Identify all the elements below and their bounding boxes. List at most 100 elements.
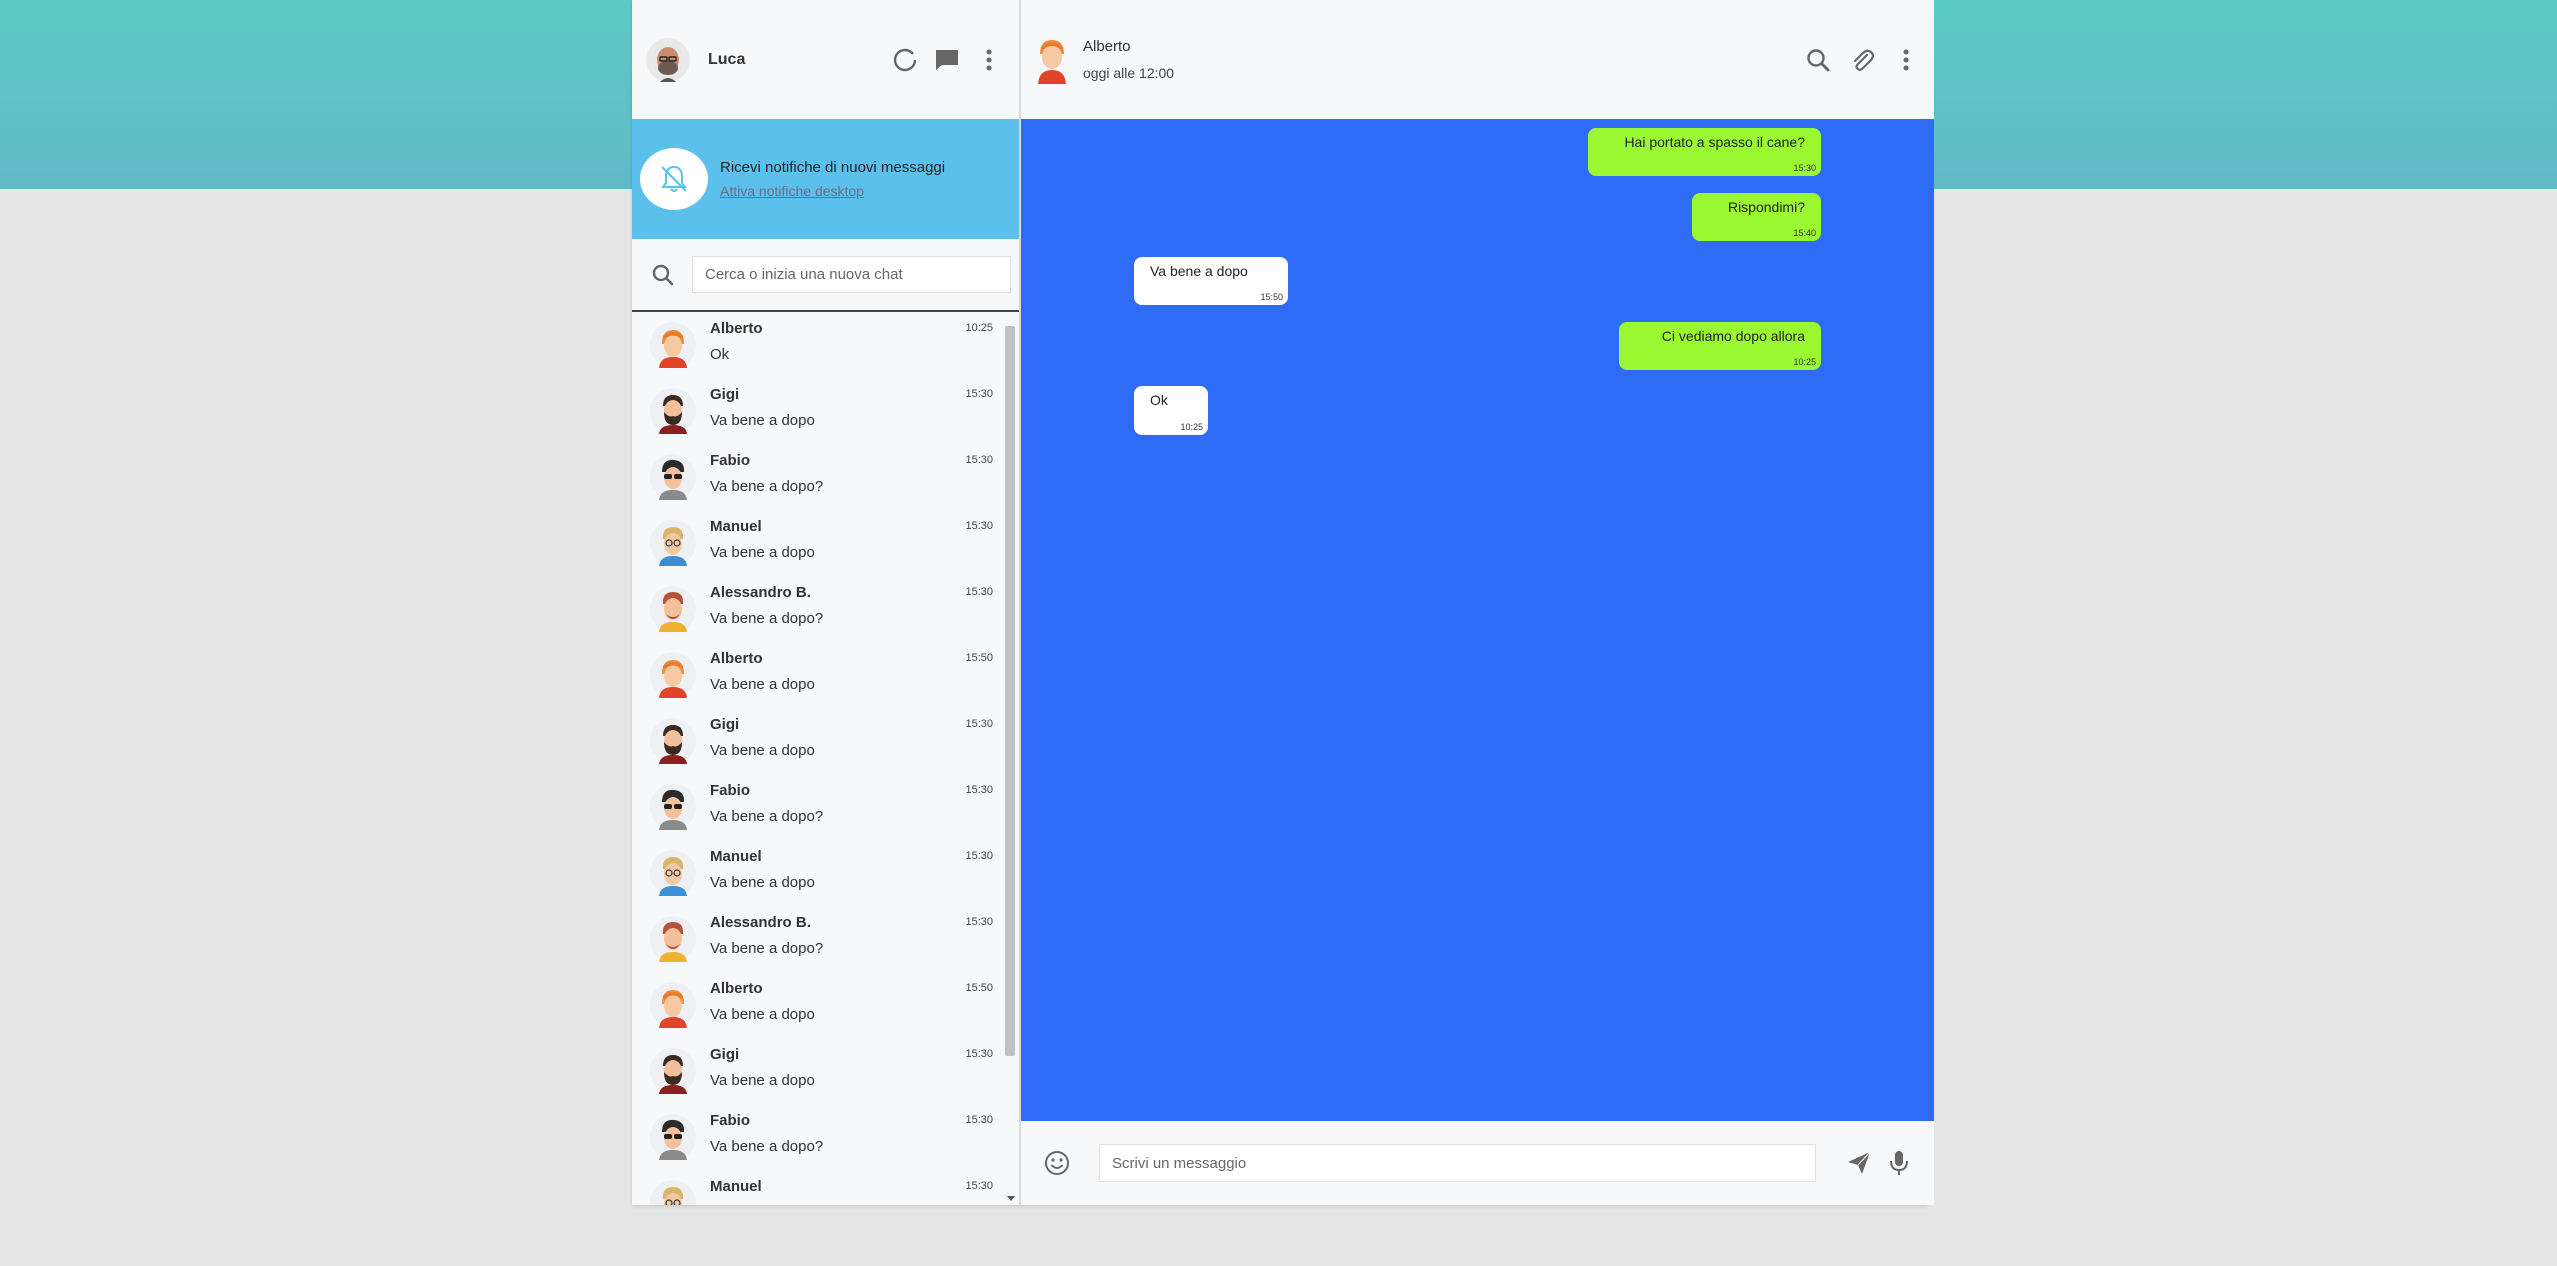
conversation-header: Alberto oggi alle 12:00 (1021, 0, 1934, 119)
notification-banner: Ricevi notifiche di nuovi messaggi Attiv… (632, 119, 1019, 239)
chat-name: Alessandro B. (710, 914, 811, 931)
avatar-fabio (650, 784, 696, 830)
chat-preview: Va bene a dopo? (710, 610, 824, 627)
sent-message[interactable]: Hai portato a spasso il cane? 15:30 (1588, 128, 1821, 176)
received-message[interactable]: Va bene a dopo 15:50 (1134, 257, 1288, 305)
chat-name: Manuel (710, 518, 762, 535)
message-time: 10:25 (1793, 357, 1816, 367)
chat-app: Luca Ricevi notifiche di nuovi messaggi … (632, 0, 1934, 1205)
last-seen-status: oggi alle 12:00 (1083, 65, 1175, 81)
chat-time: 15:30 (965, 454, 993, 466)
chat-name: Alberto (710, 650, 763, 667)
chat-list-item[interactable]: Alessandro B. 15:30 Va bene a dopo? (632, 906, 1019, 972)
chat-list-item[interactable]: Alberto 15:50 Va bene a dopo (632, 972, 1019, 1038)
chat-list-item[interactable]: Gigi 15:30 Va bene a dopo (632, 1038, 1019, 1104)
chat-time: 15:30 (965, 586, 993, 598)
paperclip-icon[interactable] (1848, 46, 1876, 74)
avatar-alberto (650, 982, 696, 1028)
chat-preview: Va bene a dopo (710, 412, 815, 429)
chat-time: 10:25 (965, 322, 993, 334)
avatar-fabio (650, 1114, 696, 1160)
chat-list-item[interactable]: Alessandro B. 15:30 Va bene a dopo? (632, 576, 1019, 642)
status-icon[interactable] (891, 46, 919, 74)
chat-list: Alberto 10:25 Ok Gigi 15:30 Va bene a do… (632, 312, 1019, 1205)
avatar-gigi (650, 1048, 696, 1094)
chat-preview: Va bene a dopo? (710, 478, 824, 495)
chat-time: 15:30 (965, 1048, 993, 1060)
chat-list-scrollbar[interactable] (1005, 326, 1015, 1056)
chat-time: 15:30 (965, 850, 993, 862)
chat-preview: Va bene a dopo (710, 1072, 815, 1089)
chat-name: Gigi (710, 386, 740, 403)
new-chat-icon[interactable] (933, 46, 961, 74)
chat-list-item[interactable]: Fabio 15:30 Va bene a dopo? (632, 444, 1019, 510)
chat-name: Fabio (710, 1112, 750, 1129)
header-actions (891, 46, 1003, 74)
emoji-icon[interactable] (1043, 1149, 1071, 1177)
enable-notifications-link[interactable]: Attiva notifiche desktop (720, 183, 945, 199)
chat-preview: Va bene a dopo (710, 544, 815, 561)
message-text: Va bene a dopo (1150, 263, 1248, 279)
sidebar: Luca Ricevi notifiche di nuovi messaggi … (632, 0, 1021, 1205)
menu-icon[interactable] (1892, 46, 1920, 74)
avatar-alessandro (650, 586, 696, 632)
menu-icon[interactable] (975, 46, 1003, 74)
microphone-icon[interactable] (1888, 1150, 1910, 1176)
chat-list-item[interactable]: Manuel 15:30 (632, 1170, 1019, 1205)
conversation-actions (1804, 46, 1920, 74)
chat-preview: Va bene a dopo? (710, 1138, 824, 1155)
chat-time: 15:30 (965, 916, 993, 928)
sidebar-header: Luca (632, 0, 1019, 119)
avatar-alessandro (650, 916, 696, 962)
contact-avatar[interactable] (1035, 36, 1069, 84)
chat-list-item[interactable]: Fabio 15:30 Va bene a dopo? (632, 774, 1019, 840)
message-time: 10:25 (1180, 422, 1203, 432)
avatar-fabio (650, 454, 696, 500)
message-text: Hai portato a spasso il cane? (1624, 134, 1805, 150)
avatar-manuel (650, 1180, 696, 1205)
message-text: Rispondimi? (1727, 199, 1805, 215)
chat-preview: Va bene a dopo (710, 742, 815, 759)
message-time: 15:40 (1793, 228, 1816, 238)
chat-name: Gigi (710, 1046, 740, 1063)
chat-time: 15:30 (965, 1114, 993, 1126)
chat-time: 15:50 (965, 982, 993, 994)
scroll-down-arrow[interactable] (1007, 1196, 1015, 1201)
chat-list-item[interactable]: Gigi 15:30 Va bene a dopo (632, 708, 1019, 774)
chat-list-item[interactable]: Manuel 15:30 Va bene a dopo (632, 510, 1019, 576)
search-icon[interactable] (1804, 46, 1832, 74)
chat-preview: Ok (710, 346, 730, 363)
chat-name: Fabio (710, 452, 750, 469)
user-avatar[interactable] (646, 37, 690, 82)
send-icon[interactable] (1846, 1150, 1872, 1176)
chat-time: 15:30 (965, 718, 993, 730)
avatar-manuel (650, 520, 696, 566)
chat-list-item[interactable]: Fabio 15:30 Va bene a dopo? (632, 1104, 1019, 1170)
search-bar (632, 239, 1019, 312)
message-time: 15:30 (1793, 163, 1816, 173)
chat-preview: Va bene a dopo (710, 676, 815, 693)
sent-message[interactable]: Ci vediamo dopo allora 10:25 (1619, 322, 1821, 370)
user-name: Luca (708, 50, 746, 68)
message-input[interactable] (1099, 1144, 1816, 1182)
search-input[interactable] (692, 256, 1011, 293)
received-message[interactable]: Ok 10:25 (1134, 386, 1208, 435)
contact-name: Alberto (1083, 38, 1131, 55)
chat-time: 15:30 (965, 1180, 993, 1192)
avatar-alberto (650, 652, 696, 698)
chat-name: Alberto (710, 320, 763, 337)
chat-list-item[interactable]: Alberto 10:25 Ok (632, 312, 1019, 378)
avatar-manuel (650, 850, 696, 896)
chat-name: Alberto (710, 980, 763, 997)
search-icon (652, 264, 674, 285)
message-area: Hai portato a spasso il cane? 15:30 Rispo… (1021, 119, 1934, 1121)
chat-name: Gigi (710, 716, 740, 733)
chat-time: 15:30 (965, 388, 993, 400)
chat-list-item[interactable]: Gigi 15:30 Va bene a dopo (632, 378, 1019, 444)
avatar-gigi (650, 718, 696, 764)
chat-list-item[interactable]: Alberto 15:50 Va bene a dopo (632, 642, 1019, 708)
chat-name: Fabio (710, 782, 750, 799)
avatar-alberto (650, 322, 696, 368)
chat-list-item[interactable]: Manuel 15:30 Va bene a dopo (632, 840, 1019, 906)
sent-message[interactable]: Rispondimi? 15:40 (1692, 193, 1821, 241)
